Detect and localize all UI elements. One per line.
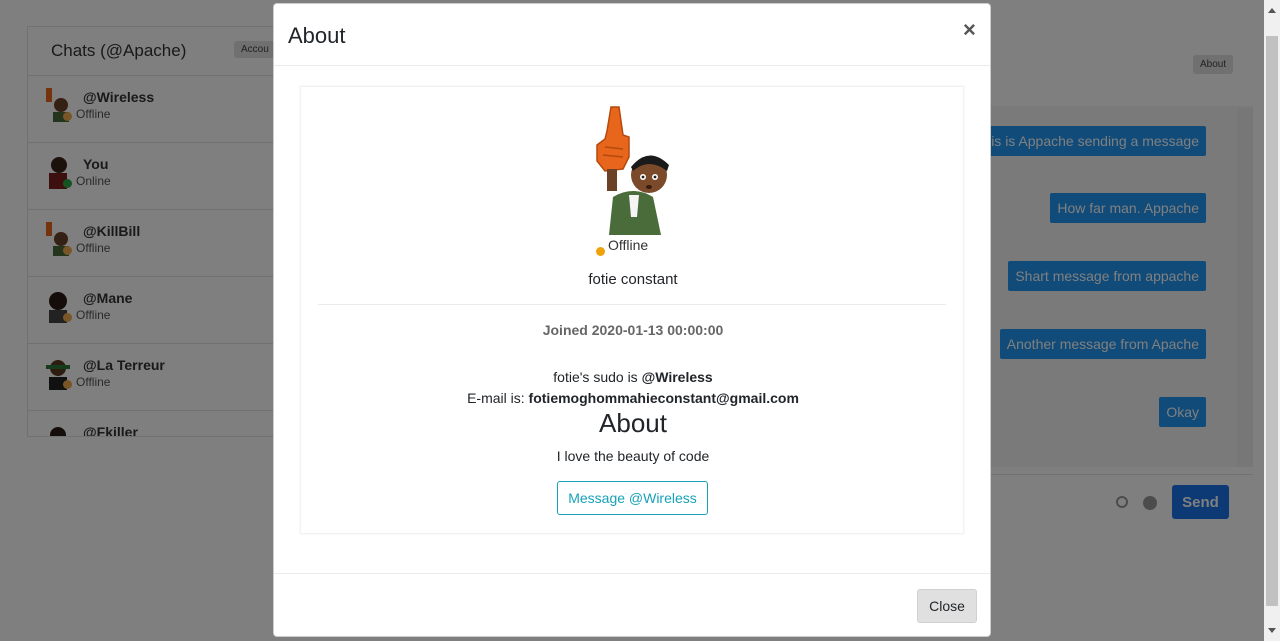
sudo-label: fotie's sudo is — [553, 369, 642, 385]
scroll-thumb[interactable] — [1266, 36, 1278, 606]
bio-text: I love the beauty of code — [556, 448, 710, 464]
modal-footer: Close — [274, 573, 990, 636]
joined-date: Joined 2020-01-13 00:00:00 — [542, 322, 724, 338]
full-name: fotie constant — [588, 271, 678, 288]
about-modal: About × Offline fotie constant Joined 20… — [273, 3, 991, 637]
scroll-up-icon[interactable] — [1268, 8, 1276, 13]
modal-body: Offline fotie constant Joined 2020-01-13… — [274, 66, 990, 574]
modal-header: About × — [274, 4, 990, 66]
close-icon[interactable]: × — [963, 17, 976, 43]
status-text: Offline — [608, 237, 649, 253]
profile-card: Offline fotie constant Joined 2020-01-13… — [300, 86, 964, 534]
scroll-down-icon[interactable] — [1268, 628, 1276, 633]
email-value: fotiemoghommahieconstant@gmail.com — [528, 390, 799, 406]
message-user-button[interactable]: Message @Wireless — [557, 481, 708, 515]
email-label: E-mail is: — [467, 390, 529, 406]
status-dot — [596, 247, 605, 256]
window-scrollbar[interactable] — [1264, 0, 1280, 641]
divider — [318, 304, 946, 305]
about-heading: About — [599, 408, 667, 438]
sudo-line: fotie's sudo is @Wireless — [301, 369, 965, 385]
email-line: E-mail is: fotiemoghommahieconstant@gmai… — [301, 390, 965, 406]
modal-title: About — [288, 23, 346, 48]
close-button[interactable]: Close — [917, 589, 977, 623]
avatar — [596, 106, 669, 235]
sudo-value: @Wireless — [641, 369, 713, 385]
